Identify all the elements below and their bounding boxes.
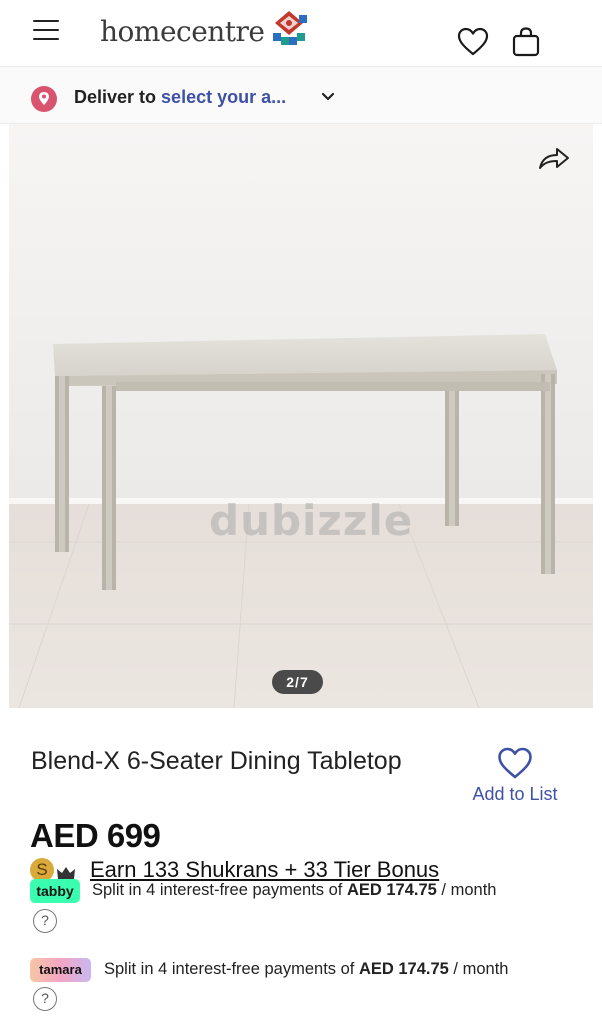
product-title: Blend-X 6-Seater Dining Tabletop xyxy=(31,747,402,775)
heart-icon[interactable] xyxy=(457,26,489,58)
homecentre-logo[interactable]: homecentre xyxy=(100,8,309,54)
tabby-amount: AED 174.75 xyxy=(346,881,437,899)
image-counter: 2/7 xyxy=(272,670,323,694)
dining-table-photo xyxy=(9,124,593,708)
tamara-text-before: Split in 4 interest-free payments of xyxy=(104,960,359,978)
chevron-down-icon[interactable] xyxy=(320,89,336,105)
menu-icon[interactable] xyxy=(33,20,59,40)
top-header: homecentre xyxy=(0,0,602,66)
add-to-list-label: Add to List xyxy=(472,784,558,804)
tamara-text-after: / month xyxy=(448,960,509,978)
logo-mark-icon xyxy=(272,11,307,45)
select-address-link[interactable]: select your a... xyxy=(161,87,286,107)
location-pin-icon xyxy=(31,86,57,112)
tabby-help-icon[interactable]: ? xyxy=(33,909,57,933)
product-image[interactable]: dubizzle 2/7 xyxy=(9,124,593,708)
shopping-bag-icon[interactable] xyxy=(510,26,542,58)
tamara-logo: tamara xyxy=(30,958,91,982)
watermark: dubizzle xyxy=(209,496,414,545)
tabby-text-before: Split in 4 interest-free payments of xyxy=(92,881,347,899)
logo-text: homecentre xyxy=(100,14,265,48)
deliver-to-text: Deliver to select your a... xyxy=(74,87,286,108)
tamara-amount: AED 174.75 xyxy=(358,960,449,978)
tabby-installment-text: Split in 4 interest-free payments of AED… xyxy=(92,881,496,900)
shukran-earn-link[interactable]: Earn 133 Shukrans + 33 Tier Bonus xyxy=(90,857,439,883)
tabby-logo: tabby xyxy=(30,879,80,903)
share-icon[interactable] xyxy=(537,144,571,172)
deliver-to-bar[interactable]: Deliver to select your a... xyxy=(0,66,602,124)
deliver-prefix: Deliver to xyxy=(74,87,157,107)
shukran-row: S Earn 133 Shukrans + 33 Tier Bonus xyxy=(30,856,439,884)
wishlist-heart-icon xyxy=(498,747,532,779)
tabby-text-after: / month xyxy=(436,881,497,899)
product-price: AED 699 xyxy=(30,817,161,854)
tamara-help-icon[interactable]: ? xyxy=(33,987,57,1011)
add-to-list-button[interactable]: Add to List xyxy=(466,746,564,805)
tamara-installment-text: Split in 4 interest-free payments of AED… xyxy=(104,960,508,979)
